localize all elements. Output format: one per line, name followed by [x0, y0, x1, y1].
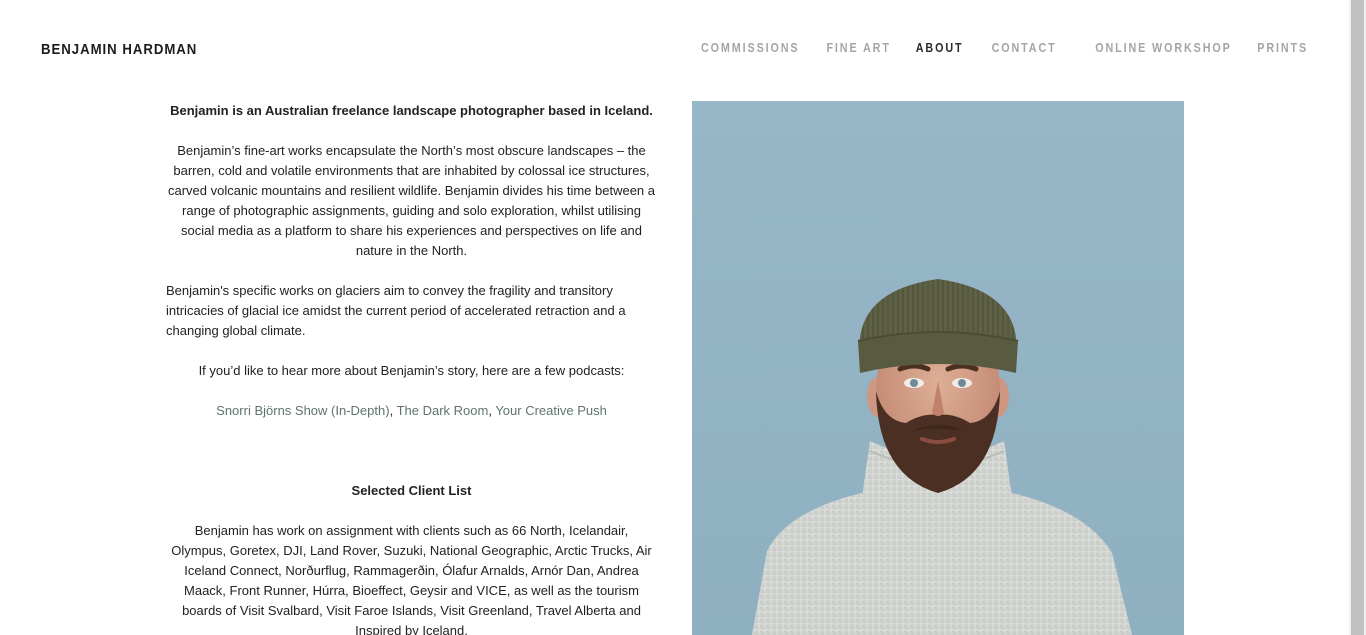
nav-item-about[interactable]: ABOUT — [916, 41, 964, 55]
client-list-text: Benjamin has work on assignment with cli… — [171, 523, 652, 635]
main-nav: COMMISSIONS FINE ART ABOUT CONTACT ONLIN… — [668, 41, 1308, 55]
page-scrollbar[interactable] — [1349, 0, 1366, 635]
about-text-column: Benjamin is an Australian freelance land… — [166, 101, 657, 635]
nav-item-contact[interactable]: CONTACT — [991, 41, 1056, 55]
client-list-heading: Selected Client List — [351, 483, 472, 498]
nav-item-commissions[interactable]: COMMISSIONS — [701, 41, 799, 55]
podcast-intro: If you’d like to hear more about Benjami… — [198, 363, 625, 378]
about-paragraph-fine-art: Benjamin’s fine-art works encapsulate th… — [167, 143, 656, 258]
nav-item-online-workshop[interactable]: ONLINE WORKSHOP — [1095, 41, 1231, 55]
about-page: BENJAMIN HARDMAN COMMISSIONS FINE ART AB… — [0, 0, 1366, 635]
podcast-link-creative-push[interactable]: Your Creative Push — [495, 403, 607, 418]
portrait-photo — [692, 101, 1184, 635]
intro-heading: Benjamin is an Australian freelance land… — [170, 103, 653, 118]
scrollbar-thumb[interactable] — [1351, 0, 1364, 635]
nav-item-fine-art[interactable]: FINE ART — [827, 41, 891, 55]
podcast-link-snorri-bjorns[interactable]: Snorri Björns Show (In-Depth) — [216, 403, 389, 418]
about-paragraph-glaciers: Benjamin's specific works on glaciers ai… — [166, 283, 626, 338]
site-title-link[interactable]: BENJAMIN HARDMAN — [41, 41, 197, 58]
podcast-separator: , — [389, 403, 397, 418]
podcast-links: Snorri Björns Show (In-Depth), The Dark … — [166, 401, 657, 421]
portrait-illustration — [692, 101, 1184, 635]
podcast-link-dark-room[interactable]: The Dark Room — [397, 403, 489, 418]
nav-item-prints[interactable]: PRINTS — [1257, 41, 1308, 55]
